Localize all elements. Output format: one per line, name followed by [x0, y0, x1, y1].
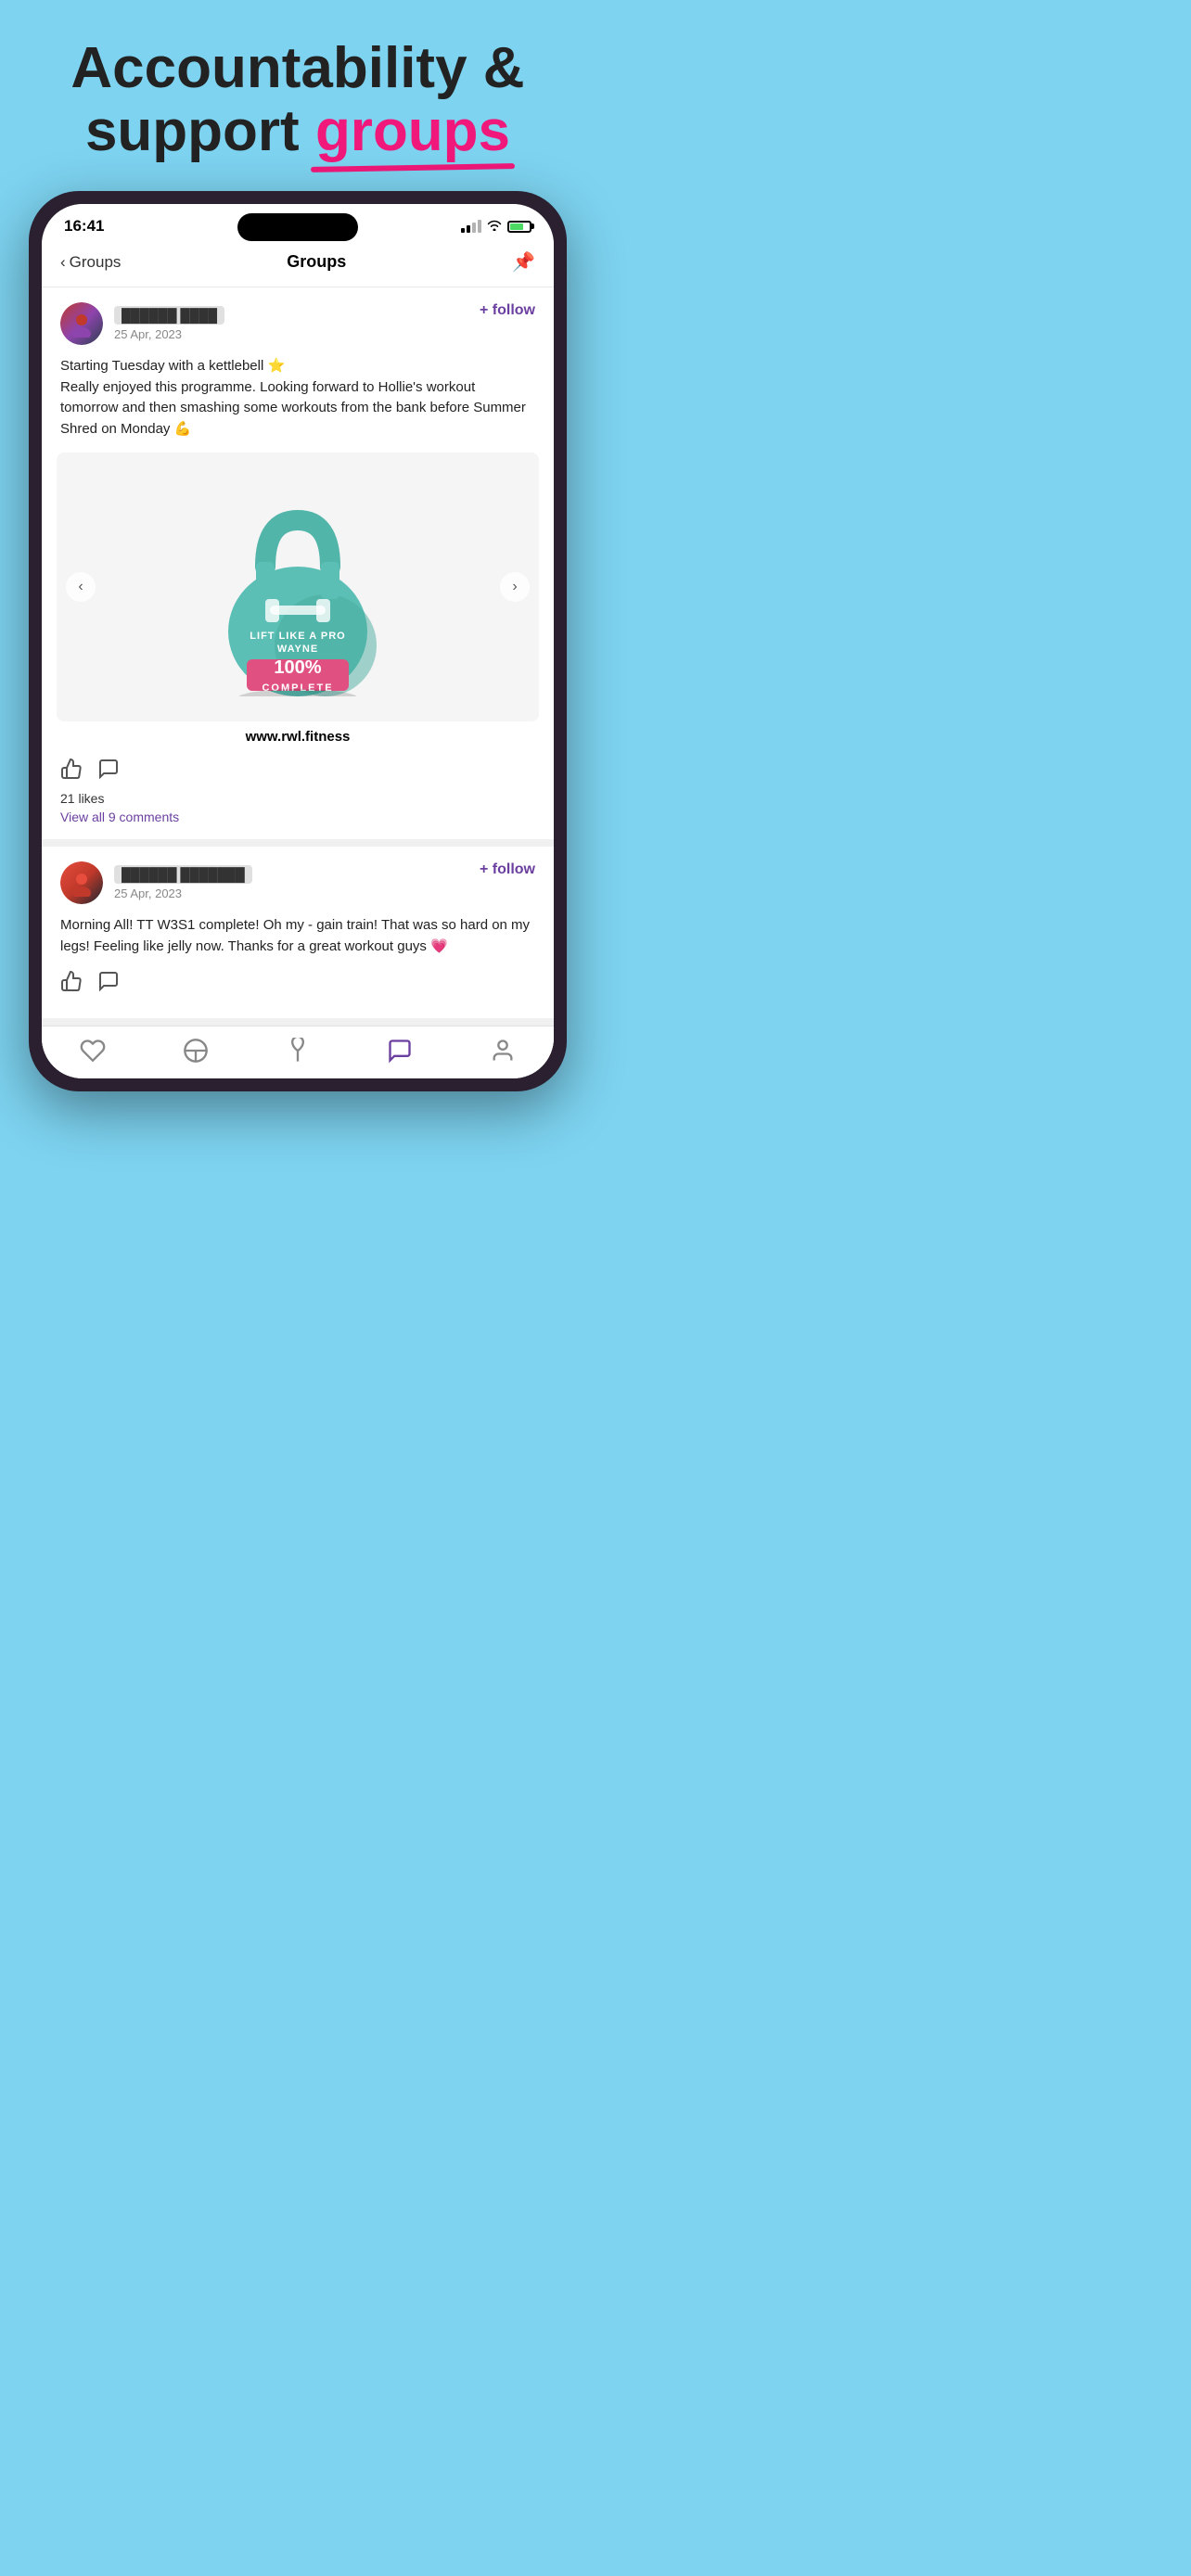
phone-frame: 16:41 — [29, 191, 567, 1091]
post-text-1: Starting Tuesday with a kettlebell ⭐Real… — [60, 356, 535, 440]
nav-item-leaf[interactable] — [285, 1038, 311, 1064]
likes-count-1: 21 likes — [60, 791, 535, 806]
achievement-badge: LIFT LIKE A PRO WAYNE 100% COMPLETE — [205, 474, 391, 701]
image-prev-button[interactable]: ‹ — [66, 572, 96, 602]
signal-icon — [461, 220, 481, 233]
post-url: www.rwl.fitness — [60, 729, 535, 745]
post-header-1: ██████ ████ 25 Apr, 2023 + follow — [60, 302, 535, 345]
pin-icon[interactable]: 📌 — [512, 250, 535, 274]
content-area: ██████ ████ 25 Apr, 2023 + follow Starti… — [42, 287, 554, 1078]
svg-text:LIFT LIKE A PRO: LIFT LIKE A PRO — [250, 631, 345, 642]
back-button[interactable]: ‹ Groups — [60, 253, 121, 272]
post-card-1: ██████ ████ 25 Apr, 2023 + follow Starti… — [42, 287, 554, 847]
nav-item-chat[interactable] — [387, 1038, 413, 1064]
hero-highlight: groups — [315, 100, 510, 163]
bottom-navigation — [42, 1026, 554, 1078]
hero-section: Accountability & support groups — [0, 0, 596, 191]
post-image-container: ‹ — [57, 453, 539, 721]
wifi-icon — [487, 219, 502, 234]
follow-button-1[interactable]: + follow — [480, 302, 535, 319]
like-icon[interactable] — [60, 758, 83, 785]
post-actions-1 — [60, 758, 535, 785]
user-name-1: ██████ ████ — [114, 306, 224, 325]
comment-icon-2[interactable] — [97, 970, 120, 998]
avatar-1 — [60, 302, 103, 345]
user-info-1: ██████ ████ 25 Apr, 2023 — [60, 302, 224, 345]
status-bar: 16:41 — [42, 204, 554, 241]
image-next-button[interactable]: › — [500, 572, 530, 602]
view-comments-1[interactable]: View all 9 comments — [60, 810, 535, 824]
navigation-bar: ‹ Groups Groups 📌 — [42, 241, 554, 287]
page-title: Groups — [287, 252, 346, 272]
post-card-2: ██████ ███████ 25 Apr, 2023 + follow Mor… — [42, 847, 554, 1026]
post-date-1: 25 Apr, 2023 — [114, 327, 224, 341]
post-actions-2 — [60, 970, 535, 998]
hero-line2: support — [85, 99, 315, 163]
post-header-2: ██████ ███████ 25 Apr, 2023 + follow — [60, 861, 535, 904]
nav-item-profile[interactable] — [490, 1038, 516, 1064]
status-time: 16:41 — [64, 217, 104, 236]
hero-line1: Accountability & — [70, 36, 524, 100]
like-icon-2[interactable] — [60, 970, 83, 998]
notch — [237, 213, 358, 241]
follow-button-2[interactable]: + follow — [480, 861, 535, 878]
svg-text:WAYNE: WAYNE — [277, 644, 318, 655]
battery-icon — [507, 221, 531, 233]
back-label: Groups — [70, 253, 122, 272]
nav-item-bowl[interactable] — [183, 1038, 209, 1064]
svg-text:100%: 100% — [274, 657, 321, 678]
status-icons — [461, 219, 531, 234]
post-text-2: Morning All! TT W3S1 complete! Oh my - g… — [60, 915, 535, 957]
kettlebell-image: ‹ — [57, 453, 539, 721]
user-name-2: ██████ ███████ — [114, 865, 252, 884]
comment-icon[interactable] — [97, 758, 120, 785]
chevron-left-icon: ‹ — [60, 253, 66, 272]
user-info-2: ██████ ███████ 25 Apr, 2023 — [60, 861, 252, 904]
avatar-2 — [60, 861, 103, 904]
nav-item-heart[interactable] — [80, 1038, 106, 1064]
phone-screen: 16:41 — [42, 204, 554, 1078]
post-date-2: 25 Apr, 2023 — [114, 886, 252, 900]
